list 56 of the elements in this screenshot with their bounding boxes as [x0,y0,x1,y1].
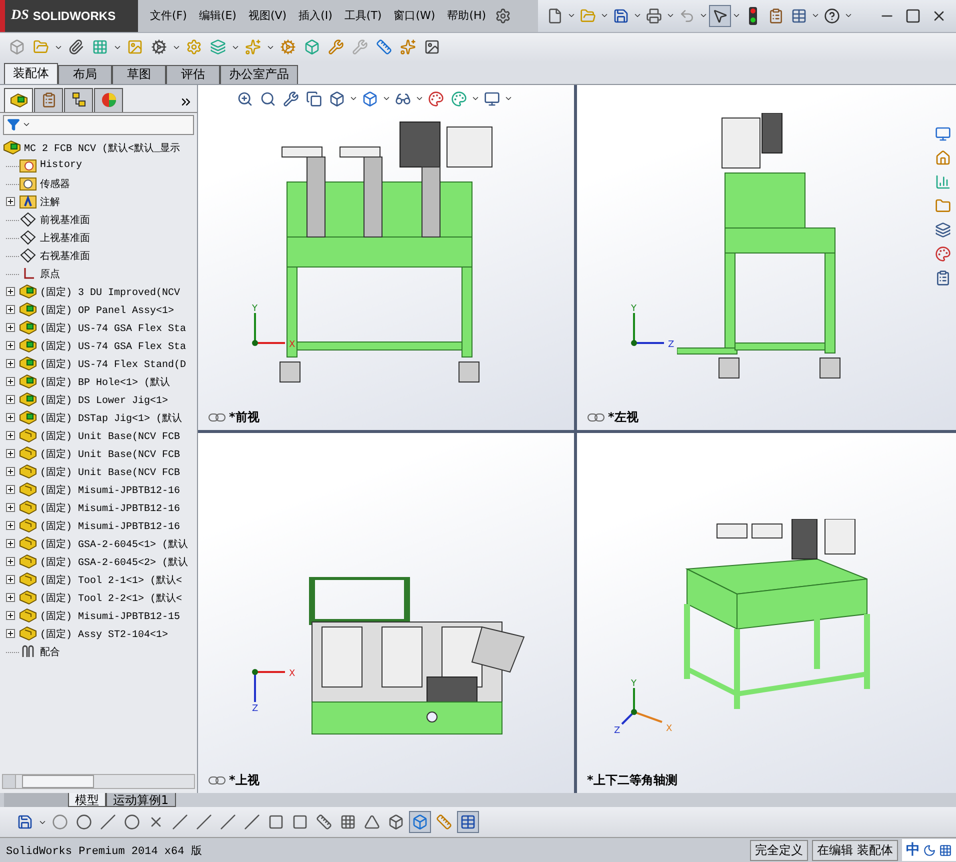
tree-item[interactable]: 前视基准面 [40,212,90,227]
tree-item[interactable]: (固定) Misumi-JPBTB12-16 [40,500,180,515]
tree-item[interactable]: (固定) Unit Base(NCV FCB [40,446,180,461]
command-tab[interactable]: 草图 [112,64,166,84]
product-version: SolidWorks Premium 2014 x64 版 [5,844,203,858]
view-name: *左视 [608,408,638,426]
tree-item[interactable]: (固定) US-74 GSA Flex Sta [40,338,186,353]
tree-item[interactable]: History [40,160,82,172]
menu-item[interactable]: 帮助(H) [441,8,492,24]
command-tab[interactable]: 布局 [58,64,112,84]
command-tab[interactable]: 评估 [166,64,220,84]
tree-item[interactable]: (固定) GSA-2-6045<1> (默认 [40,536,188,551]
tree-item[interactable]: (固定) Tool 2-1<1> (默认< [40,572,182,587]
tree-item[interactable]: (固定) US-74 Flex Stand(D [40,356,186,371]
menu-item[interactable]: 编辑(E) [192,8,242,24]
tree-item[interactable]: (固定) OP Panel Assy<1> [40,302,174,317]
menu-item[interactable]: 工具(T) [338,8,388,24]
tree-item[interactable]: (固定) Misumi-JPBTB12-15 [40,608,180,623]
input-method-bar[interactable]: 中 [902,839,956,862]
axis-triad-drawing: X Y Z [589,667,679,758]
tree-item[interactable]: (固定) GSA-2-6045<2> (默认 [40,554,188,569]
tree-item[interactable]: (固定) Unit Base(NCV FCB [40,464,180,479]
tree-item[interactable]: 原点 [40,266,60,281]
tree-item[interactable]: 注解 [40,194,60,209]
status-field: 完全定义 [750,840,808,861]
tree-item[interactable]: 右视基准面 [40,248,90,263]
command-tab[interactable]: 办公室产品 [220,64,298,84]
tree-item[interactable]: (固定) Misumi-JPBTB12-16 [40,518,180,533]
model-tab[interactable]: 模型 [68,793,106,808]
view-name: *前视 [229,408,260,426]
tree-item[interactable]: (固定) DSTap Jig<1> (默认 [40,410,182,425]
model-tab[interactable]: 运动算例1 [106,793,176,808]
tree-item[interactable]: (固定) 3 DU Improved(NCV [40,284,180,299]
axis-triad-drawing: X Y [210,298,300,388]
tree-item[interactable]: (固定) BP Hole<1> (默认 [40,374,170,389]
axis-triad-drawing: Z Y [589,298,679,388]
menu-item[interactable]: 插入(I) [292,8,338,24]
app-logo: DS SOLIDWORKS [0,0,138,32]
tree-item[interactable]: MC 2 FCB NCV (默认<默认_显示 [24,140,180,155]
tree-item[interactable]: (固定) Tool 2-2<1> (默认< [40,590,182,605]
menu-item[interactable]: 视图(V) [242,8,293,24]
menu-item[interactable]: 文件(F) [144,8,193,24]
view-name: *上下二等角轴测 [587,772,678,790]
status-field: 在编辑 装配体 [812,840,898,861]
tree-item[interactable]: 传感器 [40,176,70,191]
axis-triad-drawing: X Z [210,627,300,718]
command-tab[interactable]: 装配体 [4,62,58,84]
tree-item[interactable]: (固定) US-74 GSA Flex Sta [40,320,186,335]
tree-item[interactable]: (固定) DS Lower Jig<1> [40,392,168,407]
tree-item[interactable]: (固定) Assy ST2-104<1> [40,626,168,641]
view-name: *上视 [229,772,260,790]
tree-item[interactable]: (固定) Unit Base(NCV FCB [40,428,180,443]
tree-item[interactable]: 上视基准面 [40,230,90,245]
menu-item[interactable]: 窗口(W) [388,8,442,24]
tree-item[interactable]: 配合 [40,644,60,659]
tree-item[interactable]: (固定) Misumi-JPBTB12-16 [40,482,180,497]
